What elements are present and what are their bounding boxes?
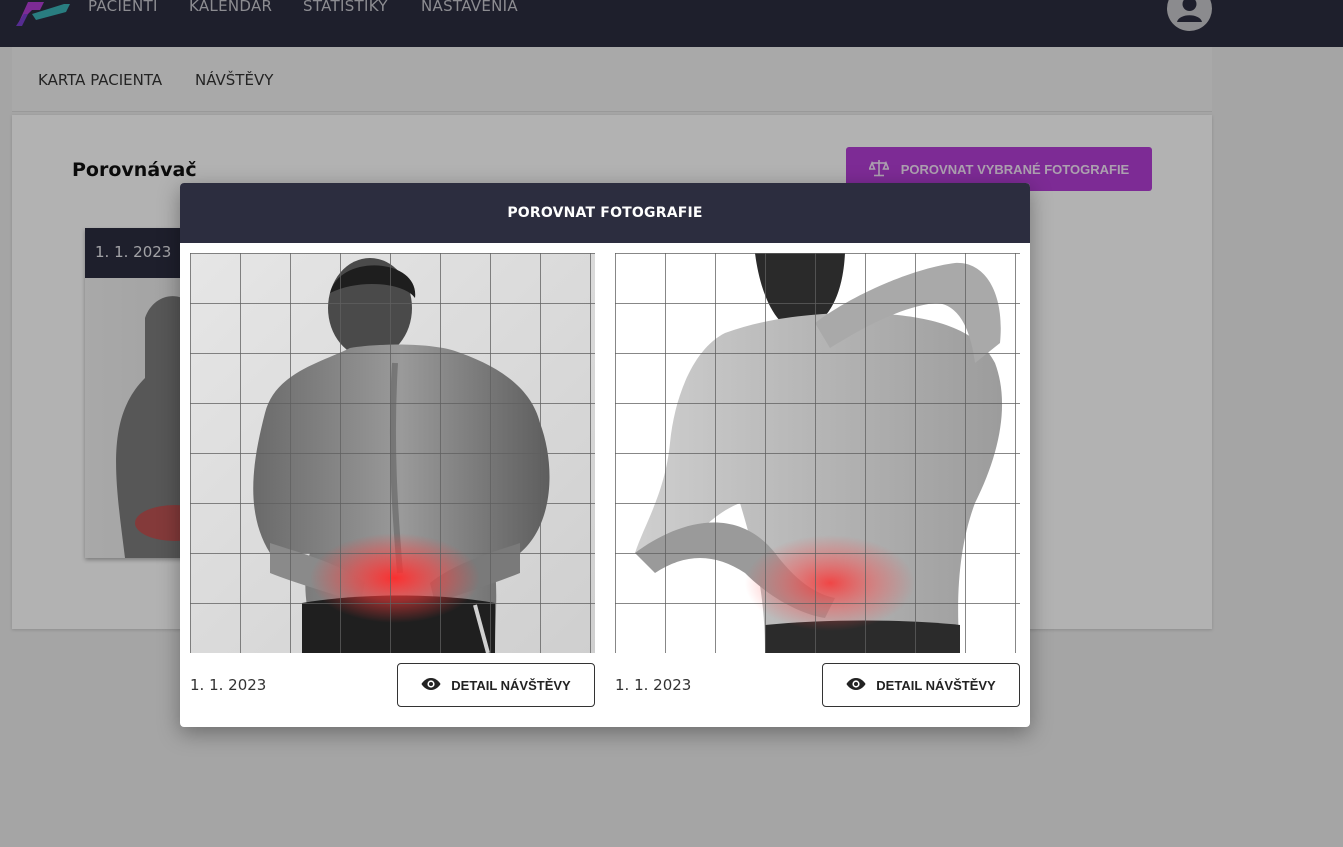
eye-icon [421, 677, 441, 694]
detail-visit-button-left[interactable]: DETAIL NÁVŠTĚVY [397, 663, 595, 707]
compare-photo-right [615, 253, 1020, 653]
detail-visit-label: DETAIL NÁVŠTĚVY [451, 677, 571, 693]
eye-icon [846, 677, 866, 694]
detail-visit-label: DETAIL NÁVŠTĚVY [876, 677, 996, 693]
modal-title: POROVNAT FOTOGRAFIE [180, 183, 1030, 243]
detail-visit-button-right[interactable]: DETAIL NÁVŠTĚVY [822, 663, 1020, 707]
compare-photo-right-date: 1. 1. 2023 [615, 676, 692, 694]
compare-photo-left [190, 253, 595, 653]
compare-photo-left-date: 1. 1. 2023 [190, 676, 267, 694]
compare-photos-modal: POROVNAT FOTOGRAFIE 1. 1. 2023 DETAIL NÁ… [180, 183, 1030, 727]
